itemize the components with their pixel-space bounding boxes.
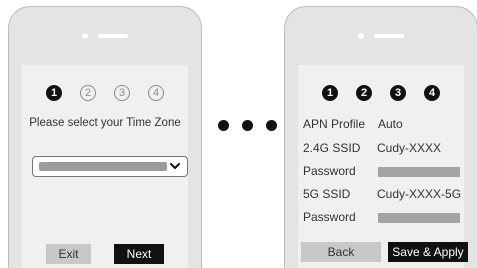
step-2: 2	[356, 85, 372, 101]
exit-button[interactable]: Exit	[46, 244, 91, 264]
step-2: 2	[80, 85, 96, 101]
step-3: 3	[114, 85, 130, 101]
save-apply-button[interactable]: Save & Apply	[388, 242, 468, 262]
password-5-field[interactable]	[378, 213, 460, 223]
step-1: 1	[322, 85, 338, 101]
password-24-field[interactable]	[378, 167, 460, 177]
phone-top-bezel	[285, 7, 477, 65]
apn-profile-label: APN Profile	[303, 117, 366, 131]
time-zone-prompt: Please select your Time Zone	[29, 117, 181, 129]
camera-icon	[82, 33, 88, 39]
ellipsis-dot	[242, 120, 253, 131]
step-1: 1	[46, 85, 62, 101]
ssid-5-value: Cudy-XXXX-5G	[377, 187, 462, 201]
step-indicator: 1 2 3 4	[298, 85, 464, 101]
step-4: 4	[148, 85, 164, 101]
phone-screen: 1 2 3 4 APN Profile Auto 2.4G SSID Cudy-…	[298, 65, 468, 268]
chevron-down-icon	[170, 163, 180, 169]
ssid-5-label: 5G SSID	[303, 187, 351, 201]
next-button[interactable]: Next	[114, 244, 164, 264]
speaker-icon	[98, 34, 128, 38]
step-4: 4	[424, 85, 440, 101]
step-3: 3	[390, 85, 406, 101]
ellipsis-dot	[218, 120, 229, 131]
apn-profile-value: Auto	[378, 117, 403, 131]
phone-right: 1 2 3 4 APN Profile Auto 2.4G SSID Cudy-…	[284, 6, 477, 268]
ellipsis-dot	[266, 120, 277, 131]
camera-icon	[358, 33, 364, 39]
ellipsis-dots	[218, 120, 277, 131]
ssid-24-value: Cudy-XXXX	[377, 141, 442, 155]
ssid-24-label: 2.4G SSID	[303, 141, 361, 155]
phone-screen: 1 2 3 4 Please select your Time Zone Exi…	[22, 65, 188, 268]
phone-left: 1 2 3 4 Please select your Time Zone Exi…	[8, 6, 202, 268]
speaker-icon	[374, 34, 404, 38]
password-5-label: Password	[303, 210, 356, 224]
time-zone-value-placeholder	[39, 162, 167, 171]
phone-top-bezel	[9, 7, 201, 65]
password-24-label: Password	[303, 164, 356, 178]
time-zone-select[interactable]	[32, 156, 188, 177]
back-button[interactable]: Back	[301, 242, 381, 262]
step-indicator: 1 2 3 4	[22, 85, 188, 101]
